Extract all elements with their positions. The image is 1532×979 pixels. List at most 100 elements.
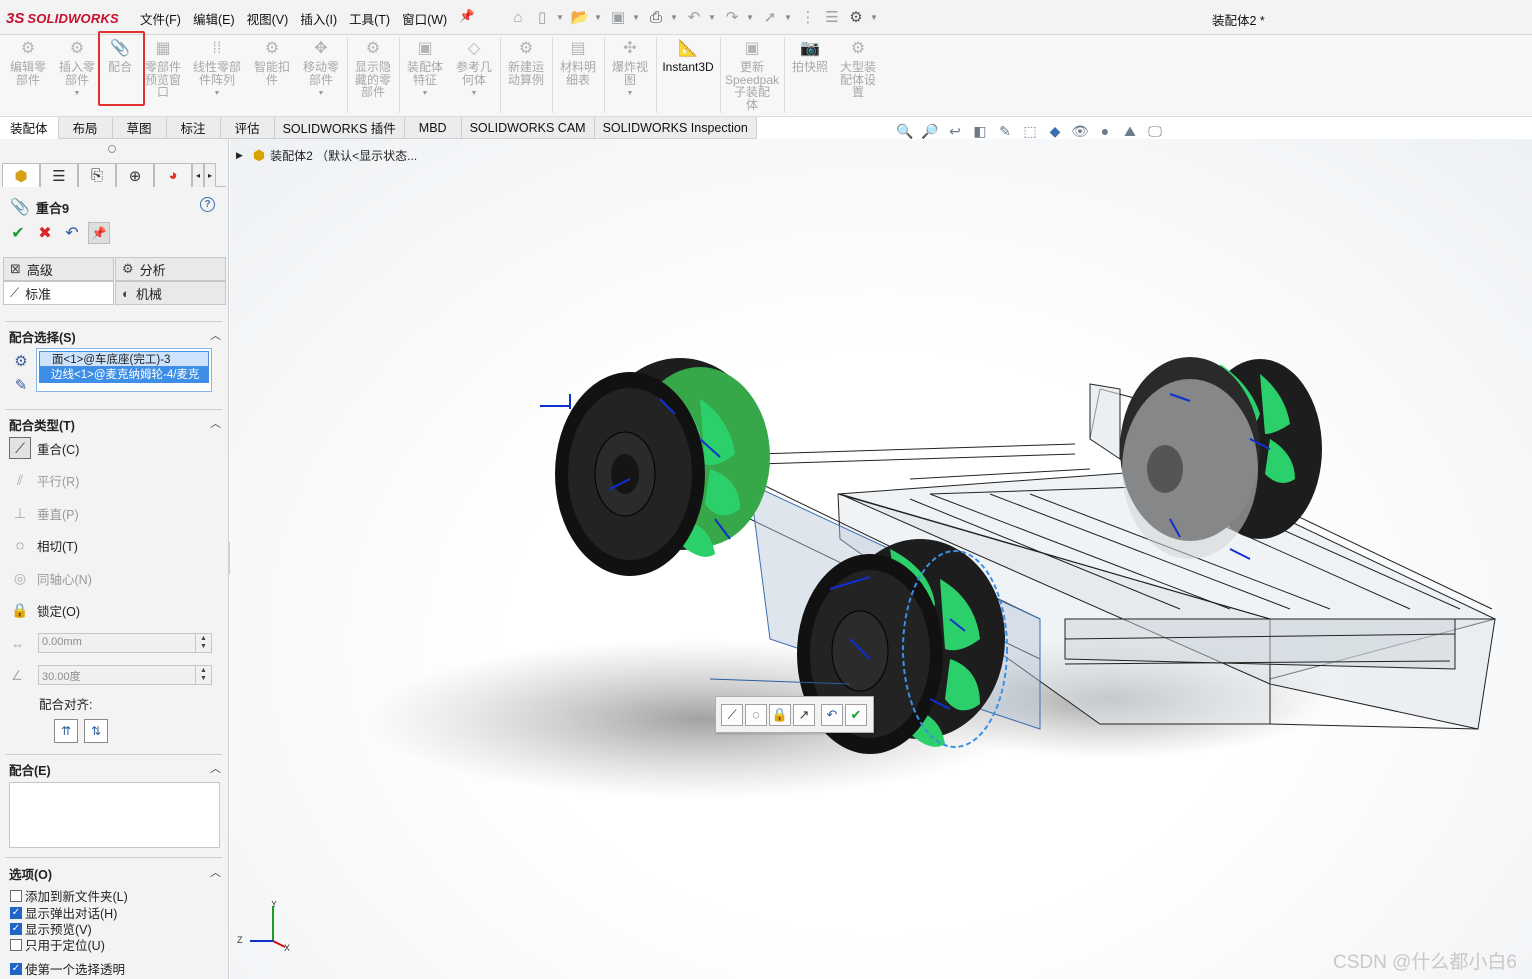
- options-group-header[interactable]: 选项(O) ︿: [9, 864, 221, 883]
- zoom-fit-icon[interactable]: 🔍: [895, 121, 915, 141]
- menu-file[interactable]: 文件(F): [140, 9, 181, 28]
- property-manager-tab-icon[interactable]: ☰: [40, 163, 78, 187]
- options-gear-icon[interactable]: ⚙: [846, 7, 866, 27]
- tab-mbd[interactable]: MBD: [404, 117, 462, 139]
- graphics-area[interactable]: ▶ ⬢ 装配体2 （默认<显示状态... ⟋ ◌ 🔒 ↗ ↶ ✔ Y Z X C…: [230, 139, 1532, 979]
- tab-standard[interactable]: ⟋ 标准: [3, 281, 114, 305]
- bom-button[interactable]: ▤ 材料明 细表: [556, 39, 600, 113]
- anti-aligned-button-icon[interactable]: ⇅: [84, 719, 108, 743]
- checkbox[interactable]: [10, 938, 22, 951]
- mate-selection-group-header[interactable]: 配合选择(S) ︿: [9, 327, 221, 346]
- menu-edit[interactable]: 编辑(E): [193, 9, 235, 28]
- section-view-icon[interactable]: ◧: [970, 121, 990, 141]
- distance-spinner[interactable]: ▲ ▼: [195, 634, 211, 652]
- select-icon[interactable]: ➚: [760, 7, 780, 27]
- explode-view-button[interactable]: ✣ 爆炸视 图 ▼: [608, 39, 652, 113]
- option-first-selection-transparent[interactable]: ✓ 使第一个选择透明: [10, 959, 125, 978]
- angle-spinner[interactable]: ▲ ▼: [195, 666, 211, 684]
- configuration-manager-tab-icon[interactable]: ⎘: [78, 163, 116, 187]
- print-icon[interactable]: ⎙: [646, 7, 666, 27]
- menu-insert[interactable]: 插入(I): [300, 9, 337, 28]
- lock-icon[interactable]: 🔒: [769, 703, 791, 726]
- mate-selection-list[interactable]: 面<1>@车底座(完工)-3 边线<1>@麦克纳姆轮-4/麦克: [36, 348, 212, 392]
- mate-type-parallel[interactable]: ⫽ 平行(R): [9, 468, 79, 492]
- chevron-down-icon[interactable]: ▼: [708, 13, 716, 22]
- checkbox-checked[interactable]: ✓: [10, 922, 22, 935]
- speedpak-button[interactable]: ▣ 更新 Speedpak 子装配 体: [724, 39, 780, 113]
- view-orientation-icon[interactable]: ⬚: [1020, 121, 1040, 141]
- tab-cam[interactable]: SOLIDWORKS CAM: [461, 117, 595, 139]
- edit-part-button[interactable]: ⚙ 编辑零 部件: [6, 39, 50, 113]
- large-assembly-button[interactable]: ⚙ 大型装 配体设 置: [836, 39, 880, 113]
- chevron-down-icon[interactable]: ▼: [746, 13, 754, 22]
- undo-icon[interactable]: ↶: [821, 703, 843, 726]
- chevron-down-icon[interactable]: ▼: [594, 13, 602, 22]
- menu-window[interactable]: 窗口(W): [402, 9, 447, 28]
- menu-view[interactable]: 视图(V): [247, 9, 289, 28]
- chevron-down-icon[interactable]: ▼: [214, 88, 221, 101]
- motion-study-button[interactable]: ⚙ 新建运 动算例: [504, 39, 548, 113]
- flip-direction-icon[interactable]: ↗: [793, 703, 815, 726]
- linear-pattern-button[interactable]: ⁞⁞ 线性零部 件阵列 ▼: [188, 39, 246, 113]
- checkbox[interactable]: [10, 889, 22, 902]
- checkbox-checked[interactable]: ✓: [10, 962, 22, 975]
- save-icon[interactable]: ▣: [608, 7, 628, 27]
- tab-advanced[interactable]: ⊠ 高级: [3, 257, 114, 281]
- zoom-area-icon[interactable]: 🔎: [920, 121, 940, 141]
- tab-sketch[interactable]: 草图: [112, 117, 167, 139]
- tab-markup[interactable]: 标注: [166, 117, 221, 139]
- undo-icon[interactable]: ↶: [61, 222, 83, 244]
- hide-show-icon[interactable]: 👁: [1070, 121, 1090, 141]
- panel-grip[interactable]: [108, 145, 116, 153]
- chevron-up-icon[interactable]: ︿: [210, 327, 221, 346]
- insert-part-button[interactable]: ⚙ 插入零 部件 ▼: [55, 39, 99, 113]
- cancel-x-icon[interactable]: ✖: [34, 222, 56, 244]
- mates-list[interactable]: [9, 782, 220, 848]
- selection-item-face[interactable]: 面<1>@车底座(完工)-3: [39, 351, 209, 367]
- dimxpert-tab-icon[interactable]: ⊕: [116, 163, 154, 187]
- redo-icon[interactable]: ↷: [722, 7, 742, 27]
- scene-icon[interactable]: ⛰: [1120, 121, 1140, 141]
- mates-group-header[interactable]: 配合(E) ︿: [9, 760, 221, 779]
- aligned-button-icon[interactable]: ⇈: [54, 719, 78, 743]
- chevron-up-icon[interactable]: ︿: [210, 415, 221, 434]
- chevron-down-icon[interactable]: ▼: [471, 88, 478, 101]
- help-icon[interactable]: ?: [200, 197, 215, 212]
- mate-type-lock[interactable]: 🔒 锁定(O): [9, 598, 80, 622]
- undo-icon[interactable]: ↶: [684, 7, 704, 27]
- mate-type-tangent[interactable]: ◌ 相切(T): [9, 533, 78, 557]
- feature-manager-tab-icon[interactable]: ⬢: [2, 163, 40, 187]
- smart-fastener-button[interactable]: ⚙ 智能扣 件: [250, 39, 294, 113]
- pushpin-icon[interactable]: 📌: [88, 222, 110, 244]
- snapshot-button[interactable]: 📷 拍快照: [788, 39, 832, 113]
- chevron-down-icon[interactable]: ▼: [556, 13, 564, 22]
- display-style-icon[interactable]: ◆: [1045, 121, 1065, 141]
- tab-analysis[interactable]: ⚙ 分析: [115, 257, 226, 281]
- ref-geometry-button[interactable]: ◇ 参考几 何体 ▼: [452, 39, 496, 113]
- traffic-light-icon[interactable]: ⋮: [798, 7, 818, 27]
- assembly-model-view[interactable]: [230, 139, 1532, 979]
- menu-tools[interactable]: 工具(T): [349, 9, 390, 28]
- tab-inspection[interactable]: SOLIDWORKS Inspection: [594, 117, 757, 139]
- ok-check-icon[interactable]: ✔: [845, 703, 867, 726]
- chevron-up-icon[interactable]: ︿: [210, 864, 221, 883]
- tab-layout[interactable]: 布局: [58, 117, 113, 139]
- solidworks-logo[interactable]: 3S SOLIDWORKS: [6, 8, 119, 28]
- angle-field[interactable]: 30.00度 ▲ ▼: [38, 665, 212, 685]
- chevron-down-icon[interactable]: ▼: [632, 13, 640, 22]
- home-icon[interactable]: ⌂: [508, 7, 528, 27]
- dynamic-annotation-icon[interactable]: ✎: [995, 121, 1015, 141]
- chevron-down-icon[interactable]: ▼: [870, 13, 878, 22]
- tab-mechanical[interactable]: ◐ 机械: [115, 281, 226, 305]
- file-props-icon[interactable]: ☰: [822, 7, 842, 27]
- multiple-mate-icon[interactable]: ✎: [10, 375, 32, 395]
- ok-check-icon[interactable]: ✔: [7, 222, 29, 244]
- chevron-down-icon[interactable]: ▼: [74, 88, 81, 101]
- tab-addins[interactable]: SOLIDWORKS 插件: [274, 117, 405, 139]
- new-icon[interactable]: ▯: [532, 7, 552, 27]
- checkbox-checked[interactable]: ✓: [10, 906, 22, 919]
- chevron-down-icon[interactable]: ▼: [627, 88, 634, 101]
- tab-assembly[interactable]: 装配体: [0, 117, 59, 139]
- chevron-up-icon[interactable]: ︿: [210, 760, 221, 779]
- chevron-down-icon[interactable]: ▼: [784, 13, 792, 22]
